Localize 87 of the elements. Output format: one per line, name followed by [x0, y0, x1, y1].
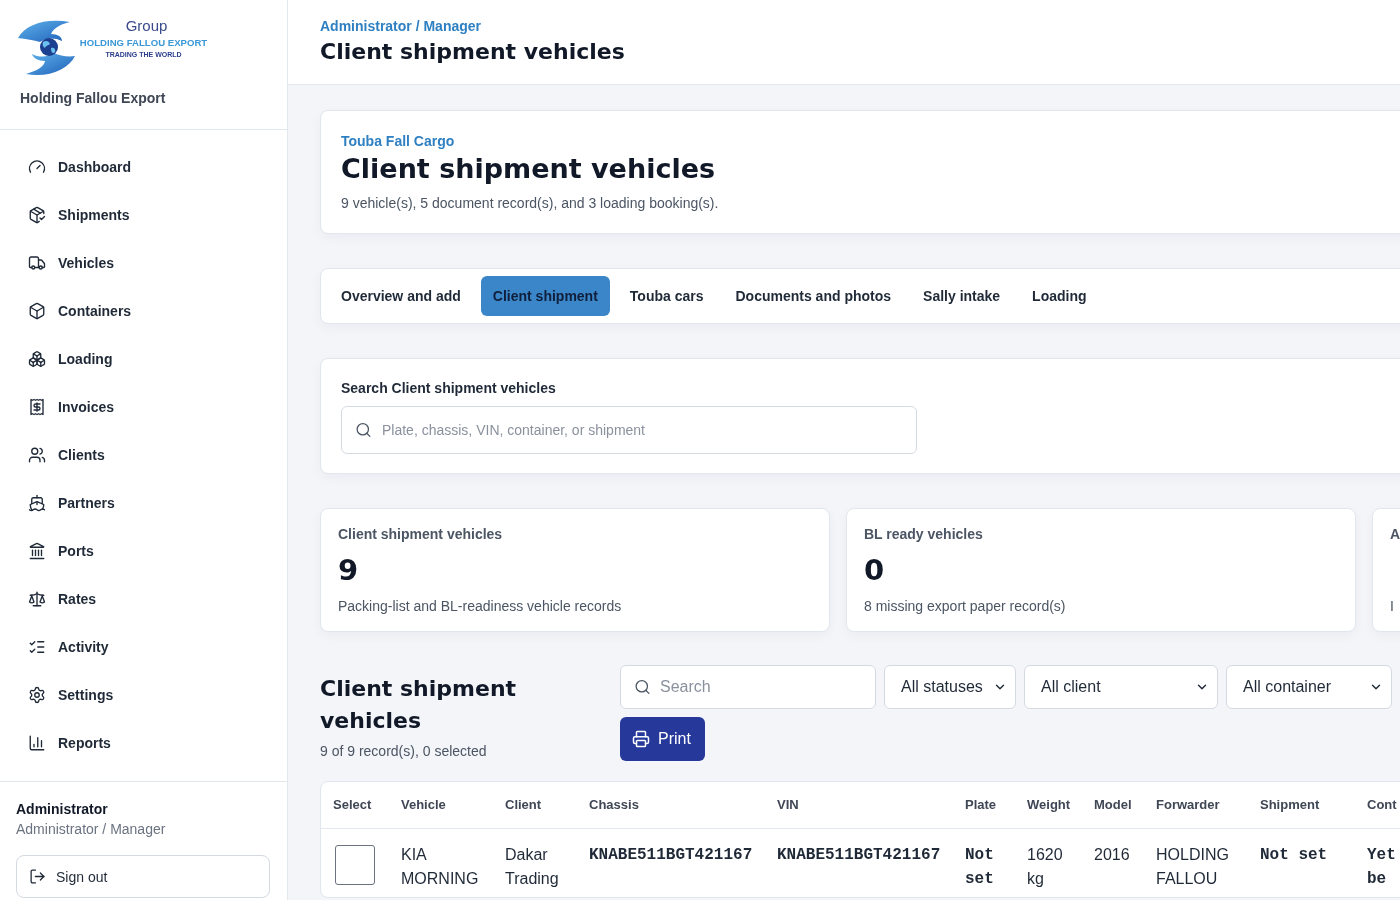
search-field[interactable]: Plate, chassis, VIN, container, or shipment — [341, 406, 917, 454]
nav-item[interactable]: Dashboard — [12, 147, 275, 187]
column-header: Model — [1082, 782, 1144, 828]
checklist-icon — [28, 638, 46, 656]
table-cell: KIA MORNING — [389, 828, 493, 897]
nav-item[interactable]: Clients — [12, 435, 275, 475]
nav-item[interactable]: Partners — [12, 483, 275, 523]
table-cell: Not set — [953, 828, 1015, 897]
breadcrumb: Administrator / Manager — [320, 17, 482, 36]
tab[interactable]: Documents and photos — [723, 276, 904, 316]
box-icon — [28, 302, 46, 320]
column-header: Cont — [1355, 782, 1400, 828]
stat-note: I — [1390, 597, 1394, 616]
print-button[interactable]: Print — [620, 717, 705, 761]
users-icon — [28, 446, 46, 464]
table-cell: Dakar Trading — [493, 828, 577, 897]
logo-text: Group — [124, 18, 168, 34]
stat-label: A — [1390, 525, 1400, 544]
nav-item[interactable]: Activity — [12, 627, 275, 667]
status-select[interactable]: All statuses — [884, 665, 1016, 709]
column-header: Vehicle — [389, 782, 493, 828]
boxes-icon — [28, 350, 46, 368]
table-cell: HOLDING FALLOU — [1144, 828, 1248, 897]
user-name: Administrator — [16, 800, 109, 819]
table-cell: KNABE511BGT421167 — [765, 828, 953, 897]
printer-icon — [632, 730, 650, 748]
nav-item[interactable]: Loading — [12, 339, 275, 379]
column-header: Chassis — [577, 782, 765, 828]
table-cell: 2016 — [1082, 828, 1144, 897]
receipt-icon — [28, 398, 46, 416]
record-count: 9 of 9 record(s), 0 selected — [320, 742, 487, 761]
nav-item[interactable]: Ports — [12, 531, 275, 571]
column-header: Weight — [1015, 782, 1082, 828]
company-name: Holding Fallou Export — [19, 89, 167, 108]
nav-item[interactable]: Settings — [12, 675, 275, 715]
ship-icon — [28, 494, 46, 512]
column-header: VIN — [765, 782, 953, 828]
scale-icon — [28, 590, 46, 608]
list-title: Client shipment vehicles — [320, 675, 518, 735]
search-icon — [355, 421, 372, 439]
sign-out-button[interactable]: Sign out — [16, 855, 270, 898]
search-icon — [634, 678, 651, 696]
container-select[interactable]: All container — [1226, 665, 1392, 709]
section-eyebrow: Touba Fall Cargo — [341, 132, 455, 151]
section-summary: 9 vehicle(s), 5 document record(s), and 3 loading booking(s). — [341, 194, 719, 213]
tab[interactable]: Client shipment — [480, 276, 610, 316]
search-field[interactable]: Search — [620, 665, 876, 709]
stat-label: Client shipment vehicles — [338, 525, 503, 544]
nav-item[interactable]: Rates — [12, 579, 275, 619]
stat-value: 0 — [864, 552, 885, 588]
stat-note: Packing-list and BL-readiness vehicle records — [338, 597, 622, 616]
nav-item[interactable]: Reports — [12, 723, 275, 763]
table-cell: Yet be — [1355, 828, 1400, 897]
hands-globe-logo — [18, 18, 75, 78]
nav-item[interactable]: Invoices — [12, 387, 275, 427]
page-title: Client shipment vehicles — [320, 38, 625, 66]
tab[interactable]: Loading — [1020, 276, 1099, 316]
table-cell: KNABE511BGT421167 — [577, 828, 765, 897]
bar-chart-icon — [28, 734, 46, 752]
nav-item[interactable]: Vehicles — [12, 243, 275, 283]
table-cell: 1620 kg — [1015, 828, 1082, 897]
column-header: Select — [321, 782, 389, 828]
user-role: Administrator / Manager — [16, 820, 167, 839]
section-title: Client shipment vehicles — [341, 152, 716, 186]
column-header: Client — [493, 782, 577, 828]
table-cell: Not set — [1248, 828, 1355, 897]
nav-item[interactable]: Containers — [12, 291, 275, 331]
nav-item[interactable]: Shipments — [12, 195, 275, 235]
tab[interactable]: Sally intake — [911, 276, 1013, 316]
tab[interactable]: Touba cars — [617, 276, 716, 316]
row-checkbox[interactable] — [335, 844, 375, 885]
truck-icon — [28, 254, 46, 272]
gauge-icon — [28, 158, 46, 176]
logo-text: HOLDING FALLOU EXPORT — [79, 37, 208, 49]
search-label: Search Client shipment vehicles — [341, 379, 556, 398]
stat-label: BL ready vehicles — [864, 525, 983, 544]
stat-value: 9 — [338, 552, 359, 588]
column-header: Forwarder — [1144, 782, 1248, 828]
package-check-icon — [28, 206, 46, 224]
landmark-icon — [28, 542, 46, 560]
column-header: Shipment — [1248, 782, 1355, 828]
client-select[interactable]: All client — [1024, 665, 1218, 709]
sign-out-icon — [29, 868, 46, 885]
column-header: Plate — [953, 782, 1015, 828]
stat-note: 8 missing export paper record(s) — [864, 597, 1066, 616]
tab[interactable]: Overview and add — [329, 276, 473, 316]
settings-icon — [28, 686, 46, 704]
